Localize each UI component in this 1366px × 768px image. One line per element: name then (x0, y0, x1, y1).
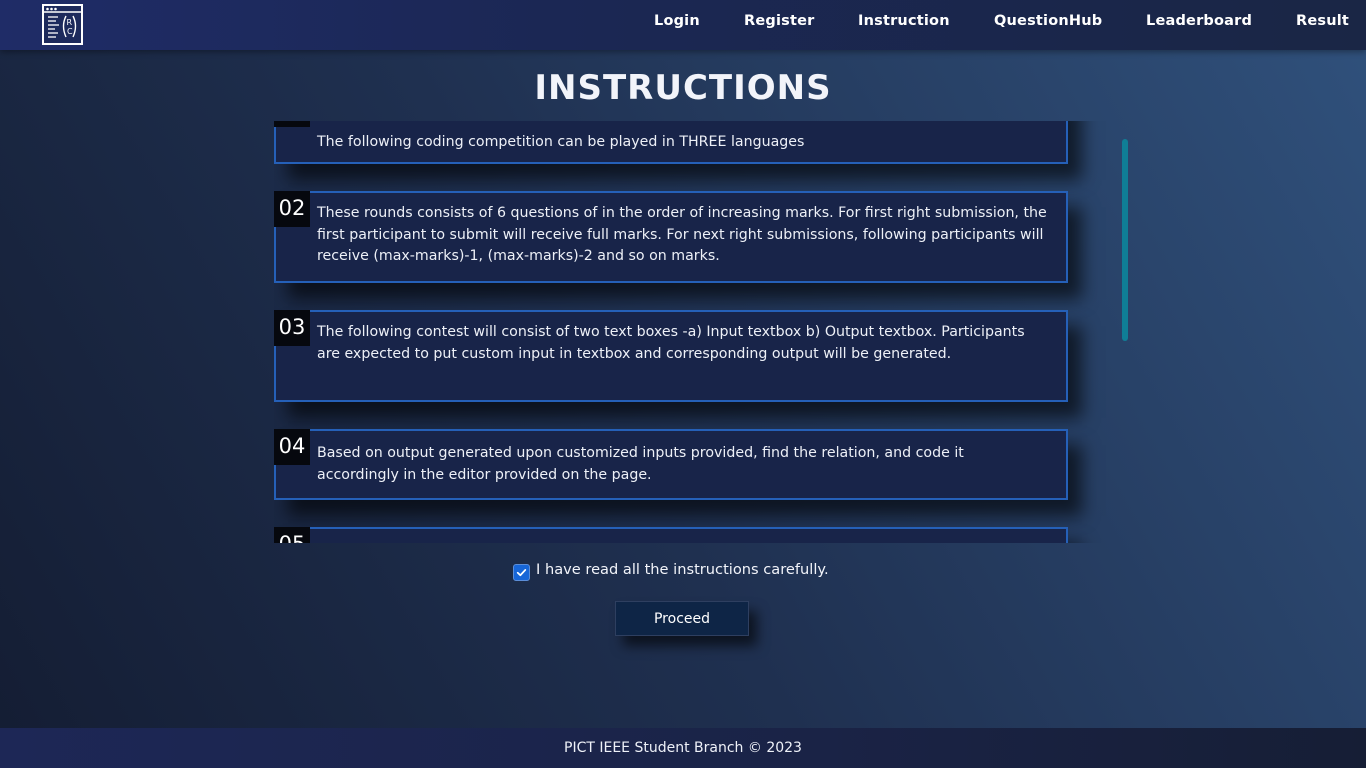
instruction-number: 01 (274, 121, 310, 127)
page-title: INSTRUCTIONS (534, 68, 832, 108)
instruction-text: Based on output generated upon customize… (317, 445, 964, 483)
instruction-card: 03 The following contest will consist of… (274, 310, 1068, 402)
instruction-number: 05 (274, 527, 310, 543)
proceed-button[interactable]: Proceed (615, 601, 749, 636)
nav-questionhub-link[interactable]: QuestionHub (994, 13, 1102, 29)
instruction-card: 02 These rounds consists of 6 questions … (274, 191, 1068, 283)
nav-result-link[interactable]: Result (1296, 13, 1349, 29)
instruction-card: 04 Based on output generated upon custom… (274, 429, 1068, 500)
agree-checkbox[interactable] (513, 564, 530, 581)
svg-text:R: R (67, 18, 73, 27)
nav-leaderboard-link[interactable]: Leaderboard (1146, 13, 1252, 29)
instruction-number: 04 (274, 429, 310, 465)
footer-copyright: PICT IEEE Student Branch © 2023 (564, 740, 802, 756)
footer: PICT IEEE Student Branch © 2023 (0, 728, 1366, 768)
svg-text:C: C (67, 27, 73, 36)
instruction-number: 03 (274, 310, 310, 346)
instructions-scroll-area[interactable]: 01 The following coding competition can … (274, 121, 1134, 543)
nav-login-link[interactable]: Login (654, 13, 700, 29)
instruction-text: The following coding competition can be … (317, 134, 805, 150)
checkmark-icon (516, 569, 527, 577)
top-navbar: R C Login Register Instruction QuestionH… (0, 0, 1366, 50)
instruction-card: 05 (274, 527, 1068, 543)
instruction-card: 01 The following coding competition can … (274, 121, 1068, 164)
agree-checkbox-label[interactable]: I have read all the instructions careful… (536, 561, 829, 578)
instruction-text: These rounds consists of 6 questions of … (317, 205, 1047, 264)
instruction-text: The following contest will consist of tw… (317, 324, 1025, 362)
nav-instruction-link[interactable]: Instruction (858, 13, 950, 29)
scrollbar-thumb[interactable] (1122, 139, 1128, 341)
nav-register-link[interactable]: Register (744, 13, 815, 29)
code-editor-logo-icon[interactable]: R C (42, 4, 83, 45)
instruction-number: 02 (274, 191, 310, 227)
